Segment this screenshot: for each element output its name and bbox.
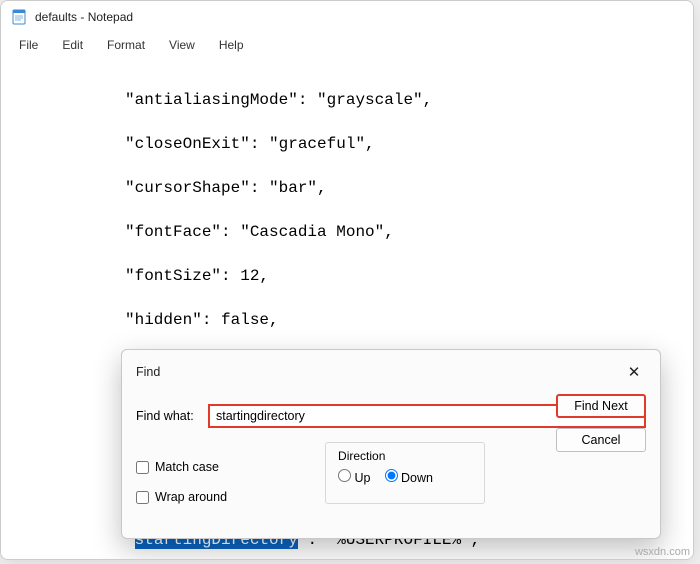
up-label: Up [355, 471, 371, 485]
menu-view[interactable]: View [159, 36, 205, 54]
code-line: "antialiasingMode": "grayscale", [125, 91, 432, 109]
radio-down[interactable] [385, 469, 398, 482]
find-next-button[interactable]: Find Next [556, 394, 646, 418]
direction-down[interactable]: Down [385, 469, 433, 485]
wrap-around-checkbox[interactable]: Wrap around [136, 490, 227, 504]
find-what-label: Find what: [136, 409, 198, 423]
code-line: "fontSize": 12, [125, 267, 269, 285]
code-line: "cursorShape": "bar", [125, 179, 327, 197]
menu-file[interactable]: File [9, 36, 48, 54]
direction-up[interactable]: Up [338, 469, 370, 485]
wrap-around-label: Wrap around [155, 490, 227, 504]
radio-up[interactable] [338, 469, 351, 482]
notepad-window: defaults - Notepad File Edit Format View… [0, 0, 694, 560]
find-dialog-title: Find [136, 365, 160, 379]
wrap-around-input[interactable] [136, 491, 149, 504]
direction-group: Direction Up Down [325, 442, 485, 504]
notepad-icon [11, 9, 27, 25]
find-dialog: Find ✕ Find what: Find Next Cancel Match… [121, 349, 661, 539]
match-case-input[interactable] [136, 461, 149, 474]
menubar: File Edit Format View Help [1, 33, 693, 57]
cancel-button[interactable]: Cancel [556, 428, 646, 452]
code-line: "closeOnExit": "graceful", [125, 135, 375, 153]
window-title: defaults - Notepad [35, 10, 133, 24]
code-line: "hidden": false, [125, 311, 279, 329]
match-case-checkbox[interactable]: Match case [136, 460, 227, 474]
menu-edit[interactable]: Edit [52, 36, 93, 54]
down-label: Down [401, 471, 433, 485]
menu-help[interactable]: Help [209, 36, 254, 54]
code-line: "fontFace": "Cascadia Mono", [125, 223, 394, 241]
match-case-label: Match case [155, 460, 219, 474]
menu-format[interactable]: Format [97, 36, 155, 54]
direction-label: Direction [338, 449, 472, 463]
titlebar: defaults - Notepad [1, 1, 693, 33]
watermark: wsxdn.com [635, 546, 690, 558]
close-icon[interactable]: ✕ [622, 360, 646, 384]
